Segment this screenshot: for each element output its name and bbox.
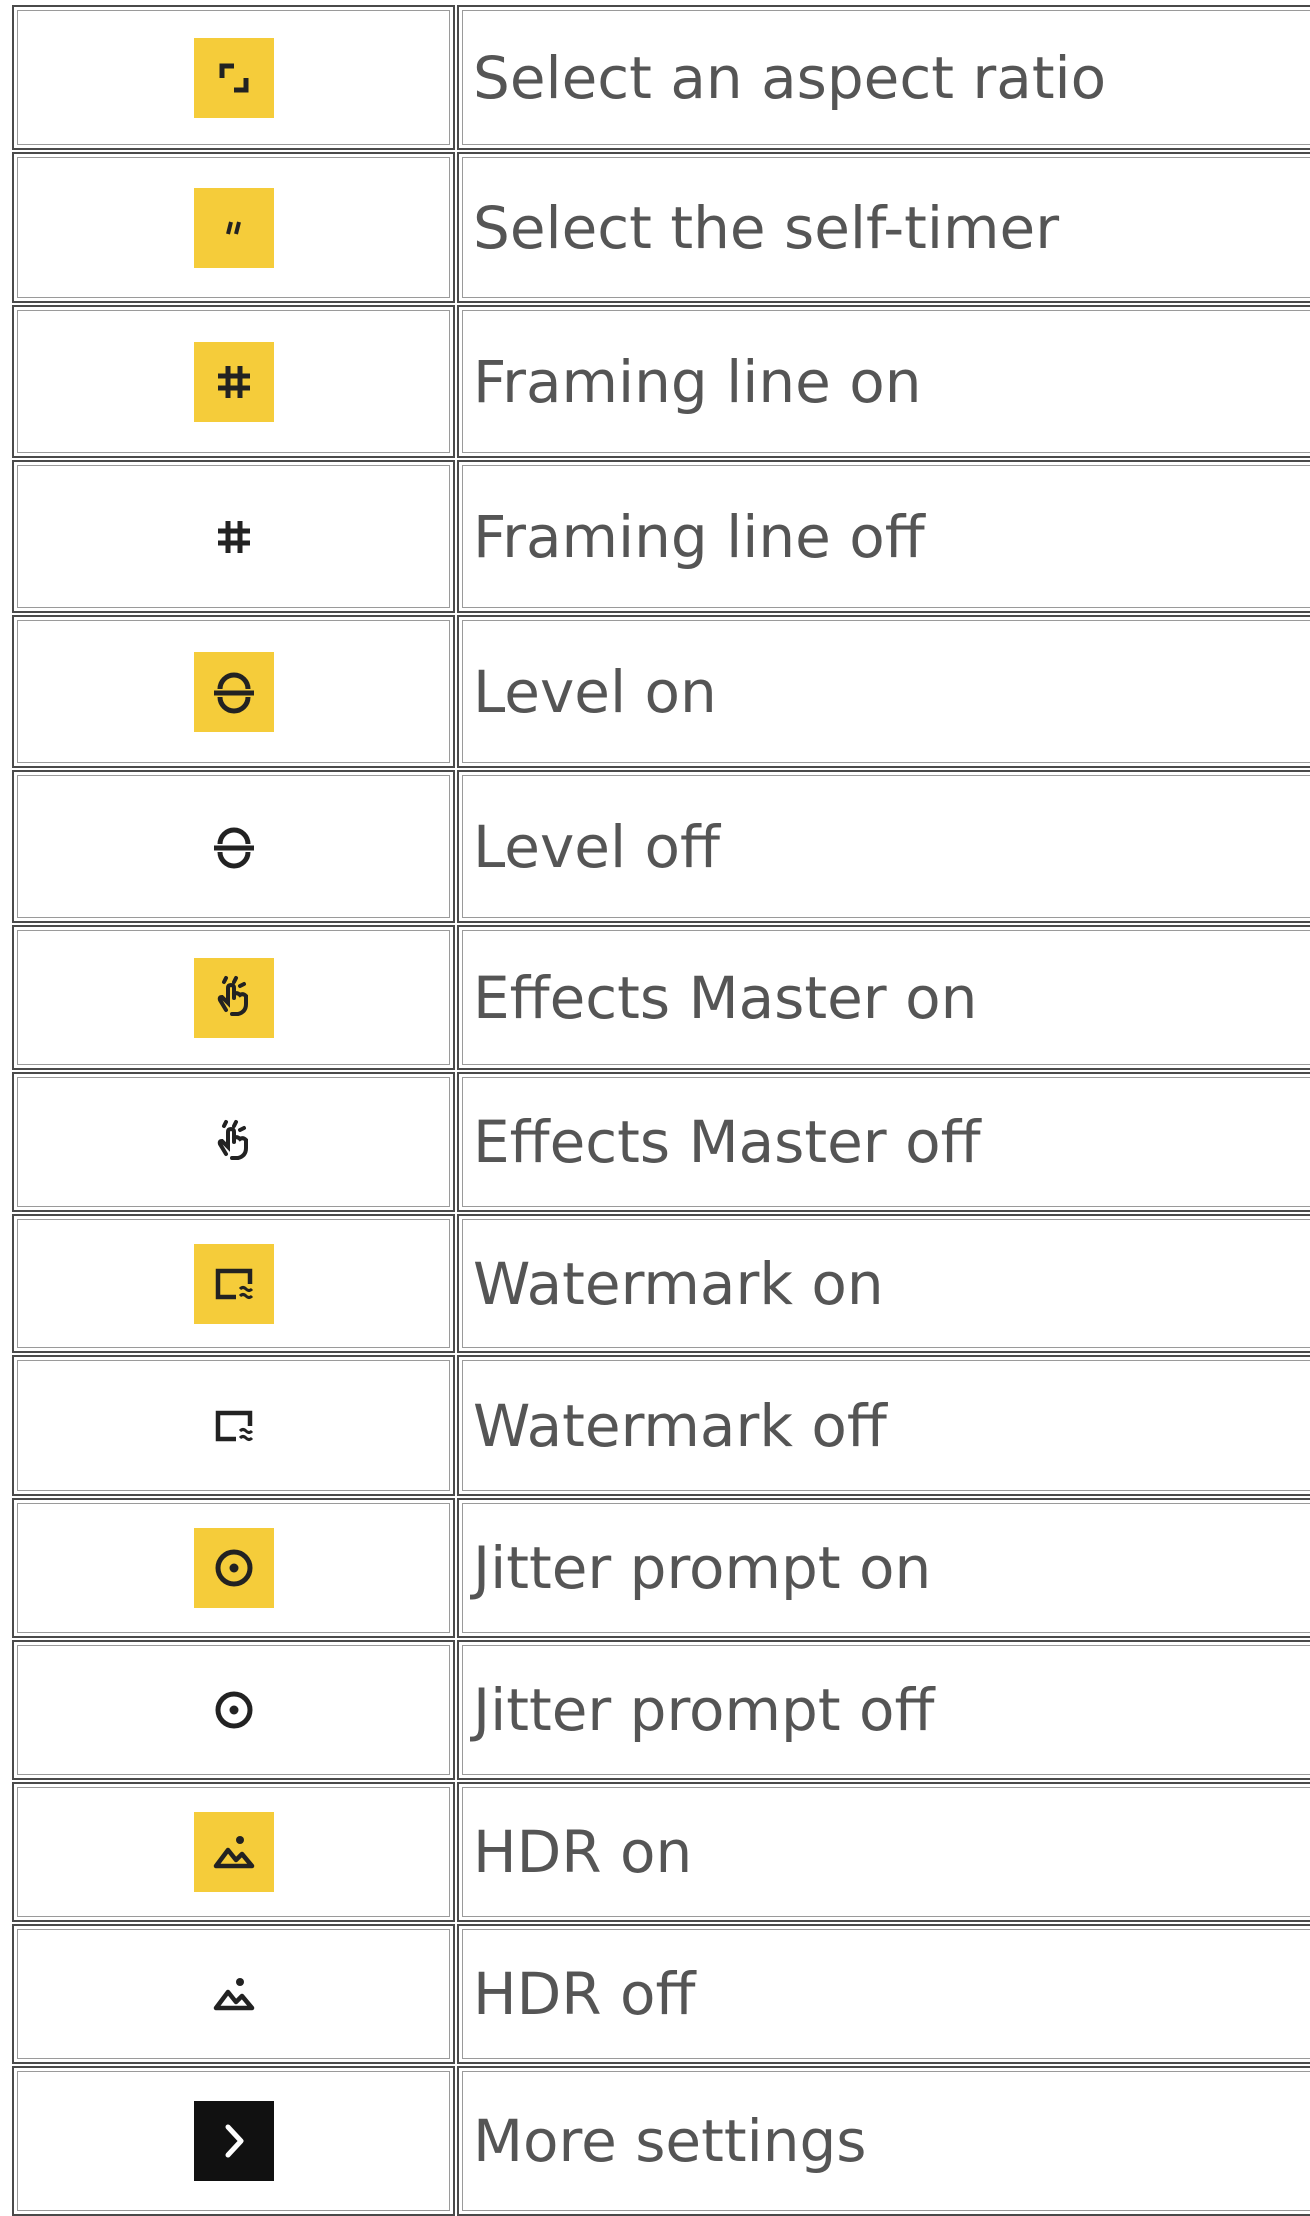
row-label: Level on xyxy=(473,657,717,726)
icon-cell xyxy=(12,770,455,923)
icon-cell xyxy=(12,1498,455,1638)
row-label: More settings xyxy=(473,2107,867,2175)
jitter-prompt-icon xyxy=(193,1528,274,1608)
table-row: Effects Master on xyxy=(12,925,1310,1070)
row-label: HDR off xyxy=(473,1960,696,2028)
row-label: Jitter prompt on xyxy=(473,1534,932,1602)
self-timer-icon xyxy=(193,187,274,268)
description-cell: Effects Master on xyxy=(457,925,1310,1070)
aspect-ratio-icon xyxy=(193,37,274,118)
row-label: Jitter prompt off xyxy=(473,1676,935,1744)
icon-cell xyxy=(12,615,455,768)
description-cell: Jitter prompt off xyxy=(457,1640,1310,1780)
description-cell: Select an aspect ratio xyxy=(457,5,1310,150)
table-row: Framing line off xyxy=(12,460,1310,613)
description-cell: Jitter prompt on xyxy=(457,1498,1310,1638)
row-label: Effects Master off xyxy=(473,1108,981,1176)
row-label: Effects Master on xyxy=(473,963,978,1032)
table-row: HDR off xyxy=(12,1924,1310,2064)
icon-cell xyxy=(12,1924,455,2064)
watermark-icon xyxy=(194,1386,274,1466)
table-row: Select the self-timer xyxy=(12,152,1310,303)
icon-cell xyxy=(12,1640,455,1780)
icon-cell xyxy=(12,460,455,613)
effects-master-icon xyxy=(193,957,274,1038)
table-row: Select an aspect ratio xyxy=(12,5,1310,150)
icon-cell xyxy=(12,1214,455,1353)
table-row: Effects Master off xyxy=(12,1072,1310,1212)
description-cell: Watermark on xyxy=(457,1214,1310,1353)
hdr-icon xyxy=(193,1812,274,1892)
watermark-icon xyxy=(193,1243,274,1324)
icon-cell xyxy=(12,1072,455,1212)
level-icon xyxy=(194,807,274,887)
framing-line-icon xyxy=(193,341,274,422)
description-cell: Level off xyxy=(457,770,1310,923)
icon-cell xyxy=(12,925,455,1070)
description-cell: Framing line off xyxy=(457,460,1310,613)
description-cell: Framing line on xyxy=(457,305,1310,458)
table-row: More settings xyxy=(12,2066,1310,2216)
icon-cell xyxy=(12,1782,455,1922)
table-row: Watermark off xyxy=(12,1355,1310,1496)
table-row: Framing line on xyxy=(12,305,1310,458)
row-label: Framing line off xyxy=(473,502,925,571)
table-row: Watermark on xyxy=(12,1214,1310,1353)
table-row: Level off xyxy=(12,770,1310,923)
chevron-right-icon xyxy=(193,2101,274,2181)
icon-cell xyxy=(12,5,455,150)
table-row: Jitter prompt off xyxy=(12,1640,1310,1780)
framing-line-icon xyxy=(194,497,274,577)
table-row: Level on xyxy=(12,615,1310,768)
description-cell: Effects Master off xyxy=(457,1072,1310,1212)
row-label: HDR on xyxy=(473,1818,693,1886)
icon-cell xyxy=(12,2066,455,2216)
description-cell: Select the self-timer xyxy=(457,152,1310,303)
table-row: HDR on xyxy=(12,1782,1310,1922)
row-label: Watermark off xyxy=(473,1391,887,1460)
effects-master-icon xyxy=(194,1102,274,1182)
icon-cell xyxy=(12,305,455,458)
hdr-icon xyxy=(194,1954,274,2034)
description-cell: HDR off xyxy=(457,1924,1310,2064)
table-row: Jitter prompt on xyxy=(12,1498,1310,1638)
description-cell: More settings xyxy=(457,2066,1310,2216)
icon-cell xyxy=(12,1355,455,1496)
icon-cell xyxy=(12,152,455,303)
row-label: Framing line on xyxy=(473,347,922,416)
jitter-prompt-icon xyxy=(194,1670,274,1750)
row-label: Level off xyxy=(473,812,720,881)
row-label: Select the self-timer xyxy=(473,193,1060,262)
description-cell: HDR on xyxy=(457,1782,1310,1922)
level-icon xyxy=(193,651,274,732)
row-label: Select an aspect ratio xyxy=(473,43,1107,112)
description-cell: Watermark off xyxy=(457,1355,1310,1496)
description-cell: Level on xyxy=(457,615,1310,768)
row-label: Watermark on xyxy=(473,1249,884,1318)
